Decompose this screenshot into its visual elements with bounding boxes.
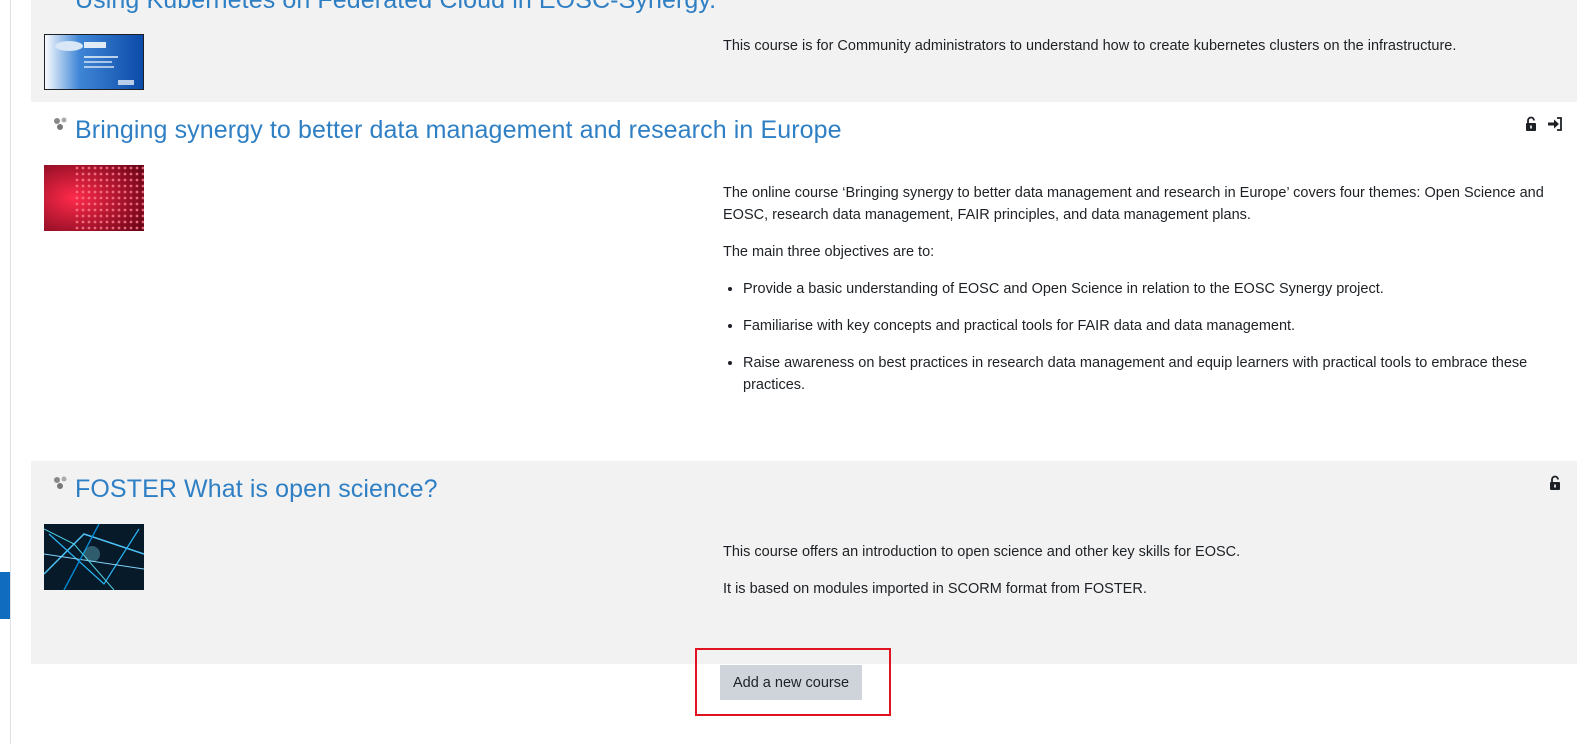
objectives-list: Provide a basic understanding of EOSC an… [723, 278, 1563, 396]
course-listing-page: Using Kubernetes on Federated Cloud in E… [0, 0, 1594, 744]
drawer-toggle-marker[interactable] [0, 572, 10, 619]
sign-in-icon[interactable] [1547, 116, 1563, 132]
course-actions [1523, 116, 1563, 132]
course-item: Bringing synergy to better data manageme… [31, 102, 1577, 461]
course-image[interactable] [44, 165, 144, 231]
course-link[interactable]: Bringing synergy to better data manageme… [75, 116, 842, 145]
course-actions [1547, 475, 1563, 491]
left-drawer-edge [0, 0, 11, 744]
course-summary: The online course ‘Bringing synergy to b… [723, 182, 1563, 411]
course-image[interactable] [44, 524, 144, 590]
course-icon [54, 117, 67, 130]
summary-paragraph: This course is for Community administrat… [723, 38, 1457, 54]
list-item: Familiarise with key concepts and practi… [743, 315, 1563, 337]
summary-paragraph: This course offers an introduction to op… [723, 544, 1241, 560]
summary-paragraph: It is based on modules imported in SCORM… [723, 581, 1147, 597]
unlock-icon[interactable] [1523, 116, 1539, 132]
add-course-button[interactable]: Add a new course [720, 665, 862, 700]
summary-paragraph: The main three objectives are to: [723, 244, 935, 260]
course-summary: This course offers an introduction to op… [723, 541, 1563, 615]
list-item: Provide a basic understanding of EOSC an… [743, 278, 1563, 300]
summary-paragraph: The online course ‘Bringing synergy to b… [723, 185, 1544, 223]
course-icon [54, 476, 67, 489]
course-link[interactable]: Using Kubernetes on Federated Cloud in E… [75, 0, 716, 15]
course-title: Bringing synergy to better data manageme… [51, 116, 842, 145]
course-summary: This course is for Community administrat… [723, 35, 1563, 72]
course-icon [51, 0, 71, 5]
course-image[interactable] [44, 34, 144, 90]
course-title: Using Kubernetes on Federated Cloud in E… [51, 0, 716, 15]
list-item: Raise awareness on best practices in res… [743, 352, 1563, 396]
add-course-highlight: Add a new course [695, 648, 891, 716]
course-item: FOSTER What is open science? This course… [31, 461, 1577, 664]
course-item: Using Kubernetes on Federated Cloud in E… [31, 0, 1577, 102]
course-link[interactable]: FOSTER What is open science? [75, 475, 438, 504]
course-title: FOSTER What is open science? [51, 475, 438, 504]
unlock-icon[interactable] [1547, 475, 1563, 491]
